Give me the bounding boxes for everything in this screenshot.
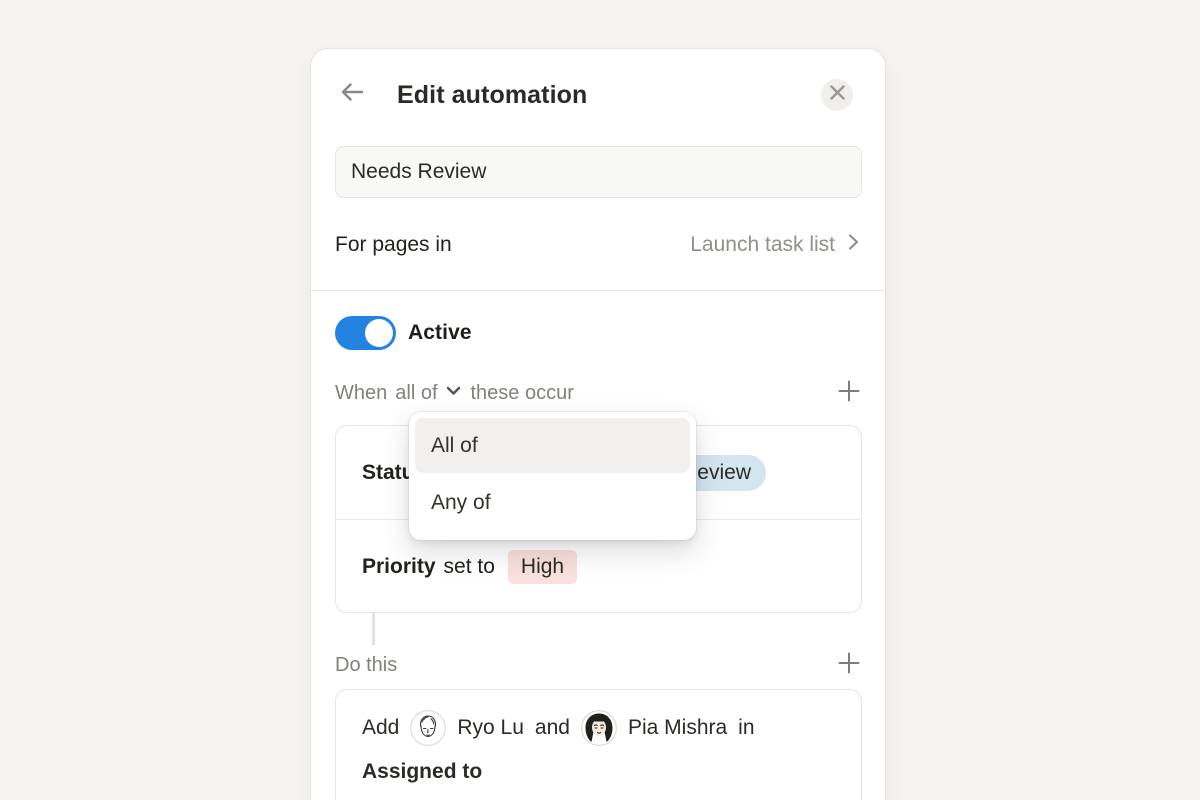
action-section-header: Do this: [335, 649, 863, 681]
menu-item-label: Any of: [431, 491, 491, 515]
avatar-pia-mishra: [581, 710, 617, 746]
add-action-button[interactable]: [835, 651, 863, 679]
operator-dropdown-trigger[interactable]: all of: [395, 381, 462, 406]
scope-label: For pages in: [335, 233, 452, 257]
chevron-down-icon: [444, 381, 463, 406]
scope-row[interactable]: For pages in Launch task list: [335, 224, 863, 266]
menu-item-label: All of: [431, 434, 478, 458]
action-conjunction: and: [535, 710, 570, 746]
back-button[interactable]: [337, 79, 367, 109]
trigger-section-header: When all of these occur: [335, 377, 863, 409]
priority-value-pill: High: [508, 550, 577, 584]
chevron-right-icon: [843, 232, 863, 258]
arrow-left-icon: [338, 78, 366, 111]
action-property: Assigned to: [362, 754, 482, 790]
flow-connector-line: [372, 613, 375, 645]
action-verb: Add: [362, 710, 399, 746]
close-icon: [830, 85, 845, 105]
avatar-ryo-lu: [410, 710, 446, 746]
dialog-header: Edit automation: [311, 49, 885, 141]
toggle-knob: [365, 319, 393, 347]
menu-item-all-of[interactable]: All of: [415, 418, 690, 473]
active-toggle-label: Active: [408, 321, 472, 345]
trigger-prefix: When: [335, 382, 387, 405]
edit-automation-dialog: Edit automation For pages in Launch task…: [310, 48, 886, 800]
page-title: Edit automation: [397, 81, 587, 110]
scope-value: Launch task list: [690, 233, 835, 257]
action-section-label: Do this: [335, 654, 397, 677]
operator-value: all of: [395, 382, 437, 405]
active-toggle[interactable]: [335, 316, 396, 350]
person-name: Ryo Lu: [457, 710, 524, 746]
menu-item-any-of[interactable]: Any of: [415, 475, 690, 530]
automation-name-input[interactable]: [335, 146, 862, 198]
condition-verb: set to: [444, 555, 495, 579]
person-name: Pia Mishra: [628, 710, 727, 746]
section-divider: [311, 290, 885, 291]
condition-property: Priority: [362, 555, 436, 579]
trigger-suffix: these occur: [471, 382, 574, 405]
plus-icon: [836, 650, 862, 681]
close-button[interactable]: [821, 79, 853, 111]
action-card[interactable]: Add Ryo Lu: [335, 689, 862, 800]
plus-icon: [836, 378, 862, 409]
action-preposition: in: [738, 710, 754, 746]
add-trigger-button[interactable]: [835, 379, 863, 407]
operator-dropdown-menu: All of Any of: [409, 412, 696, 540]
active-toggle-row: Active: [335, 316, 472, 350]
